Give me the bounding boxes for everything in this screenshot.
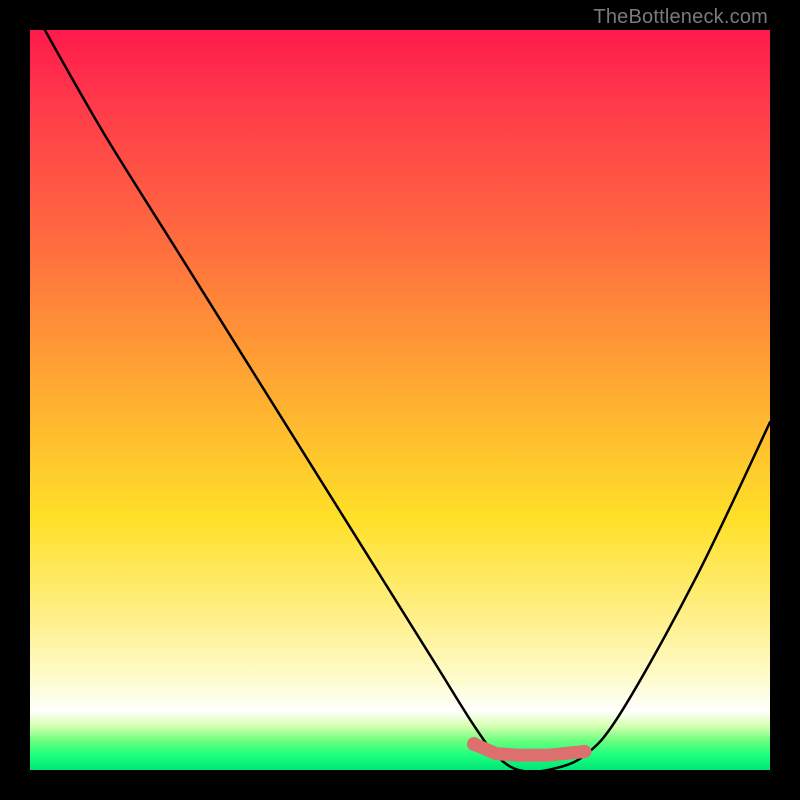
chart-frame: TheBottleneck.com [0,0,800,800]
optimal-range-marker [474,744,585,755]
chart-svg [30,30,770,770]
watermark-text: TheBottleneck.com [593,6,768,29]
bottleneck-curve [45,30,770,772]
optimal-start-dot [467,737,481,751]
